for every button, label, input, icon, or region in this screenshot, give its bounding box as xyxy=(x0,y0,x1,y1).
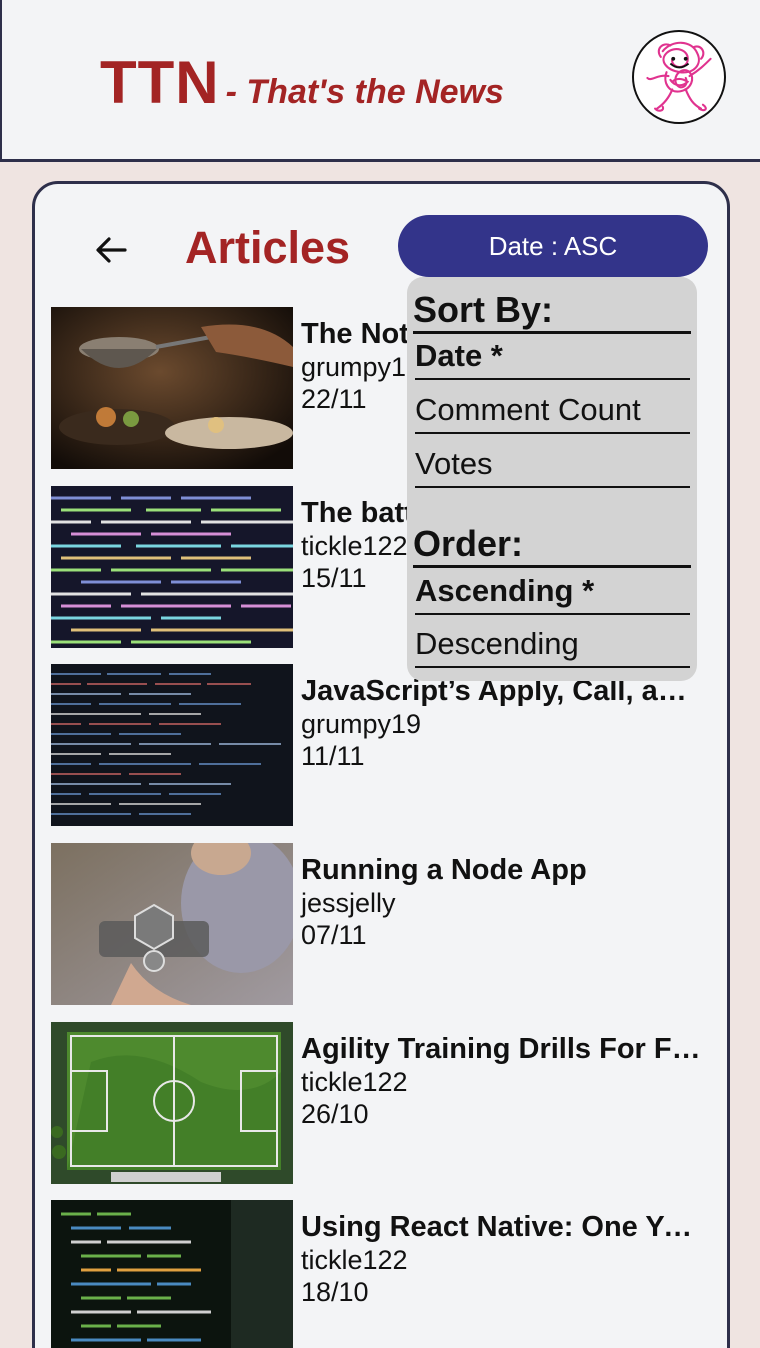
page-title: Articles xyxy=(185,222,351,273)
article-thumbnail xyxy=(51,1022,293,1184)
article-thumbnail xyxy=(51,307,293,469)
article-title: Running a Node App xyxy=(301,854,587,886)
article-item[interactable]: JavaScript’s Apply, Call, and … grumpy19… xyxy=(51,664,711,826)
order-heading: Order: xyxy=(413,523,691,568)
user-avatar[interactable] xyxy=(632,30,726,124)
article-author: tickle122 xyxy=(301,1245,408,1275)
sort-by-heading: Sort By: xyxy=(413,289,691,334)
article-thumbnail xyxy=(51,664,293,826)
back-button[interactable] xyxy=(89,228,133,272)
article-thumbnail xyxy=(51,843,293,1005)
article-item[interactable]: Using React Native: One Ye… tickle122 18… xyxy=(51,1200,711,1348)
sort-button[interactable]: Date : ASC xyxy=(398,215,708,277)
article-date: 07/11 xyxy=(301,920,367,950)
article-item[interactable]: Agility Training Drills For Fo… tickle12… xyxy=(51,1022,711,1184)
order-option-descending[interactable]: Descending xyxy=(415,622,690,668)
article-date: 11/11 xyxy=(301,741,365,771)
article-thumbnail xyxy=(51,1200,293,1348)
order-option-ascending[interactable]: Ascending * xyxy=(415,569,690,615)
article-thumbnail xyxy=(51,486,293,648)
article-item[interactable]: Running a Node App jessjelly 07/11 xyxy=(51,843,711,1005)
sort-option-comment-count[interactable]: Comment Count xyxy=(415,388,690,434)
app-logo[interactable]: TTN - That's the News xyxy=(100,48,504,117)
sort-option-votes[interactable]: Votes xyxy=(415,442,690,488)
logo-tagline: - That's the News xyxy=(225,73,504,111)
logo-title: TTN xyxy=(100,49,220,116)
article-author: grumpy19 xyxy=(301,709,422,739)
article-author: tickle122 xyxy=(301,1067,408,1097)
article-title: Agility Training Drills For Fo… xyxy=(301,1033,701,1065)
article-date: 18/10 xyxy=(301,1277,369,1307)
arrow-left-icon xyxy=(96,237,127,263)
article-date: 26/10 xyxy=(301,1099,369,1129)
sort-option-date[interactable]: Date * xyxy=(415,334,690,380)
article-author: jessjelly xyxy=(301,888,396,918)
article-title: Using React Native: One Ye… xyxy=(301,1211,701,1243)
app-header: TTN - That's the News xyxy=(0,0,760,162)
sort-dropdown: Sort By: Date * Comment Count Votes Orde… xyxy=(407,277,697,681)
